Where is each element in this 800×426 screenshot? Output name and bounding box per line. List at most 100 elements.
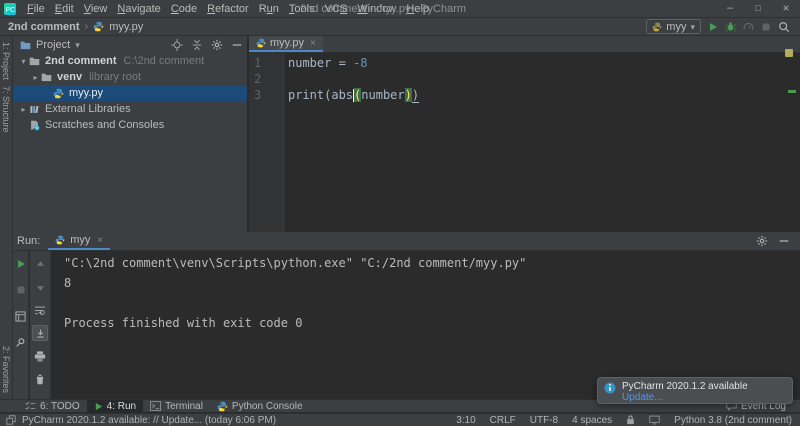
sidebar-item-project[interactable]: 1: Project <box>1 42 11 80</box>
close-icon[interactable]: × <box>310 38 316 49</box>
notification-title: PyCharm 2020.1.2 available <box>622 381 748 392</box>
locate-file-icon[interactable] <box>171 38 183 51</box>
up-stack-trace-icon[interactable] <box>32 256 48 272</box>
run-panel-title: Run: <box>17 235 41 247</box>
todo-icon <box>25 401 36 411</box>
run-configuration-select[interactable]: myy <box>646 19 701 34</box>
play-icon <box>94 402 103 411</box>
run-button[interactable] <box>708 22 718 32</box>
scroll-to-end-icon[interactable] <box>32 325 48 341</box>
maximize-button[interactable] <box>744 0 772 18</box>
code-segment: -8 <box>353 56 368 70</box>
tree-item-hint: library root <box>89 71 142 83</box>
run-tab-myy[interactable]: myy × <box>48 232 111 250</box>
chevron-down-icon <box>690 21 695 33</box>
sidebar-item-favorites[interactable]: 2: Favorites <box>1 346 11 393</box>
toolwindow-button-label: 4: Run <box>106 400 137 412</box>
notification-update-link[interactable]: Update... <box>622 392 748 403</box>
svg-text:PC: PC <box>6 7 16 14</box>
stop-button[interactable] <box>761 22 771 32</box>
soft-wrap-icon[interactable] <box>32 302 48 318</box>
breadcrumb-project[interactable]: 2nd comment <box>8 21 80 33</box>
project-panel-title[interactable]: Project <box>36 39 70 51</box>
toggle-tool-buttons-icon[interactable] <box>6 415 16 425</box>
indent-style[interactable]: 4 spaces <box>572 415 612 426</box>
code-segment: print(abs <box>288 88 354 102</box>
line-number[interactable]: 3 <box>249 87 284 103</box>
breadcrumb-file[interactable]: myy.py <box>109 21 143 33</box>
toolwindow-button-python-console[interactable]: Python Console <box>210 400 310 413</box>
menu-code[interactable]: Code <box>166 3 202 15</box>
caret-position[interactable]: 3:10 <box>456 415 475 426</box>
tree-item-label: Scratches and Consoles <box>45 119 165 131</box>
toolwindow-button-4-run[interactable]: 4: Run <box>86 399 144 413</box>
tree-item-venv[interactable]: ▸ venv library root <box>13 69 247 85</box>
chevron-right-icon[interactable]: ▸ <box>18 105 29 114</box>
line-number[interactable]: 2 <box>249 71 284 87</box>
toolwindow-button-6-todo[interactable]: 6: TODO <box>18 400 87 413</box>
toolwindow-button-terminal[interactable]: Terminal <box>143 400 210 413</box>
code-line[interactable]: 2 <box>249 71 790 87</box>
code-line-text: number = -8 <box>284 55 367 71</box>
chevron-down-icon[interactable]: ▾ <box>18 57 29 66</box>
tree-item-2nd-comment[interactable]: ▾ 2nd comment C:\2nd comment <box>13 53 247 69</box>
close-button[interactable] <box>772 0 800 18</box>
search-everywhere-icon[interactable] <box>778 21 790 33</box>
close-icon[interactable]: × <box>97 235 103 246</box>
breadcrumb: 2nd comment myy.py <box>0 21 143 33</box>
pin-icon[interactable] <box>13 334 29 350</box>
status-message[interactable]: PyCharm 2020.1.2 available: // Update...… <box>22 415 276 426</box>
minimize-button[interactable] <box>716 0 744 18</box>
run-panel-toolbar <box>13 251 29 399</box>
profiler-button[interactable] <box>743 21 754 32</box>
folder-icon <box>29 56 40 66</box>
python-icon <box>53 88 64 99</box>
editor-area[interactable]: myy.py × 1 number = -8 2 3 print(abs(number)… <box>249 36 800 232</box>
project-tree: ▾ 2nd comment C:\2nd comment ▸ venv library r… <box>13 53 247 133</box>
menu-view[interactable]: View <box>79 3 113 15</box>
python-interpreter[interactable]: Python 3.8 (2nd comment) <box>674 415 792 426</box>
file-encoding[interactable]: UTF-8 <box>530 415 558 426</box>
hide-panel-icon[interactable] <box>778 235 790 247</box>
down-stack-trace-icon[interactable] <box>32 279 48 295</box>
window-controls <box>716 0 800 18</box>
hide-panel-icon[interactable] <box>231 39 243 51</box>
menu-file[interactable]: File <box>22 3 50 15</box>
screen-reader-icon[interactable] <box>649 415 660 425</box>
print-icon[interactable] <box>32 348 48 364</box>
line-separator[interactable]: CRLF <box>490 415 516 426</box>
debug-button[interactable] <box>725 21 736 32</box>
chevron-right-icon[interactable]: ▸ <box>30 73 41 82</box>
inspection-indicator[interactable] <box>785 49 793 57</box>
tree-item-scratches-and-consoles[interactable]: Scratches and Consoles <box>13 117 247 133</box>
stop-button[interactable] <box>13 282 29 298</box>
menu-edit[interactable]: Edit <box>50 3 79 15</box>
gear-icon[interactable] <box>756 235 768 247</box>
lock-icon[interactable] <box>626 415 635 425</box>
sidebar-item-structure[interactable]: 7: Structure <box>1 86 11 133</box>
collapse-all-icon[interactable] <box>191 39 203 51</box>
window-title: 2nd comment - myy.py - PyCharm <box>300 2 467 15</box>
code-segment: number = <box>288 56 354 70</box>
code-line[interactable]: 3 print(abs(number)) <box>249 87 790 103</box>
python-file-icon <box>256 38 266 48</box>
code-area[interactable]: 1 number = -8 2 3 print(abs(number)) <box>249 53 790 103</box>
scrollbar-mark <box>788 90 796 93</box>
code-segment: ) <box>411 88 420 103</box>
rerun-button[interactable] <box>13 256 29 272</box>
menu-refactor[interactable]: Refactor <box>202 3 254 15</box>
tree-item-label: External Libraries <box>45 103 131 115</box>
gear-icon[interactable] <box>211 39 223 51</box>
tree-item-external-libraries[interactable]: ▸ External Libraries <box>13 101 247 117</box>
menu-navigate[interactable]: Navigate <box>112 3 165 15</box>
clear-console-icon[interactable] <box>32 371 48 387</box>
restore-layout-icon[interactable] <box>13 308 29 324</box>
code-line[interactable]: 1 number = -8 <box>249 55 790 71</box>
editor-tab-myy[interactable]: myy.py × <box>249 36 323 52</box>
menu-run[interactable]: Run <box>254 3 284 15</box>
line-number[interactable]: 1 <box>249 55 284 71</box>
tree-item-myy-py[interactable]: myy.py <box>13 85 247 101</box>
update-notification[interactable]: PyCharm 2020.1.2 available Update... <box>597 377 793 404</box>
